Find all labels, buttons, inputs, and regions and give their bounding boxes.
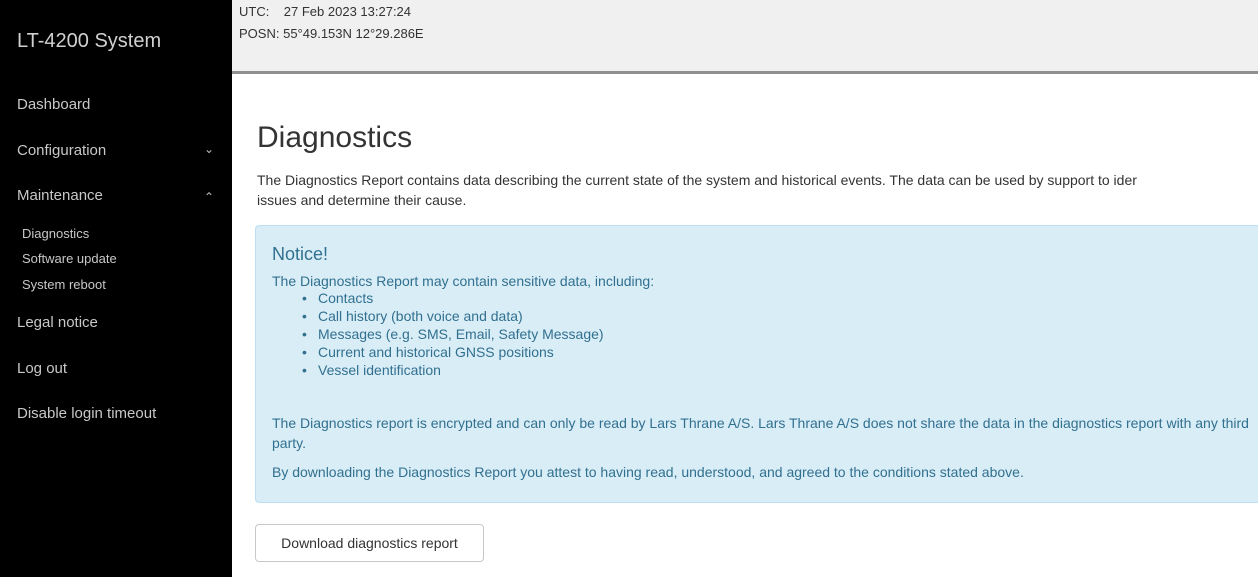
nav-legal-notice-label: Legal notice [17, 314, 98, 331]
notice-box: Notice! The Diagnostics Report may conta… [255, 225, 1258, 503]
utc-value: 27 Feb 2023 13:27:24 [283, 4, 412, 19]
nav-log-out-label: Log out [17, 360, 68, 377]
nav-maintenance[interactable]: Maintenance ⌃ [17, 187, 214, 204]
intro-line-1: The Diagnostics Report contains data des… [257, 172, 1137, 188]
nav-configuration[interactable]: Configuration ⌄ [17, 142, 214, 159]
notice-description: The Diagnostics Report may contain sensi… [272, 273, 655, 289]
position-row: POSN: 55°49.153N 12°29.286E [239, 26, 424, 41]
nav-legal-notice[interactable]: Legal notice [17, 314, 214, 331]
list-item: Call history (both voice and data) [302, 307, 604, 325]
intro-text: The Diagnostics Report contains data des… [257, 170, 1258, 210]
nav-system-reboot[interactable]: System reboot [22, 277, 106, 292]
chevron-up-icon: ⌃ [203, 190, 214, 204]
page-title: Diagnostics [257, 121, 413, 154]
list-item: Contacts [302, 289, 604, 307]
nav-dashboard[interactable]: Dashboard [17, 96, 214, 113]
sensitive-data-list: Contacts Call history (both voice and da… [272, 289, 604, 379]
brand-title[interactable]: LT-4200 System [17, 30, 161, 53]
nav-diagnostics[interactable]: Diagnostics [22, 226, 89, 241]
nav-disable-login-timeout[interactable]: Disable login timeout [17, 405, 214, 422]
main-content: UTC: 27 Feb 2023 13:27:24 POSN: 55°49.15… [232, 0, 1258, 577]
encryption-notice: The Diagnostics report is encrypted and … [272, 415, 1249, 451]
list-item: Current and historical GNSS positions [302, 343, 604, 361]
utc-label: UTC: [239, 4, 270, 19]
posn-value: 55°49.153N 12°29.286E [283, 26, 424, 41]
list-item: Messages (e.g. SMS, Email, Safety Messag… [302, 325, 604, 343]
list-item: Vessel identification [302, 361, 604, 379]
notice-title: Notice! [272, 244, 329, 264]
nav-software-update[interactable]: Software update [22, 251, 117, 266]
intro-line-2: issues and determine their cause. [257, 192, 467, 208]
nav-log-out[interactable]: Log out [17, 360, 214, 377]
nav-maintenance-label: Maintenance [17, 187, 103, 204]
nav-configuration-label: Configuration [17, 142, 107, 159]
download-diagnostics-button[interactable]: Download diagnostics report [255, 524, 484, 562]
nav-dashboard-label: Dashboard [17, 96, 91, 113]
posn-label: POSN: [239, 26, 280, 41]
status-bar: UTC: 27 Feb 2023 13:27:24 POSN: 55°49.15… [232, 0, 1258, 74]
consent-notice: By downloading the Diagnostics Report yo… [272, 464, 1024, 480]
nav-disable-login-timeout-label: Disable login timeout [17, 405, 157, 422]
chevron-down-icon: ⌄ [203, 142, 214, 156]
sidebar: LT-4200 System Dashboard Configuration ⌄… [0, 0, 232, 577]
utc-row: UTC: 27 Feb 2023 13:27:24 [239, 4, 411, 19]
